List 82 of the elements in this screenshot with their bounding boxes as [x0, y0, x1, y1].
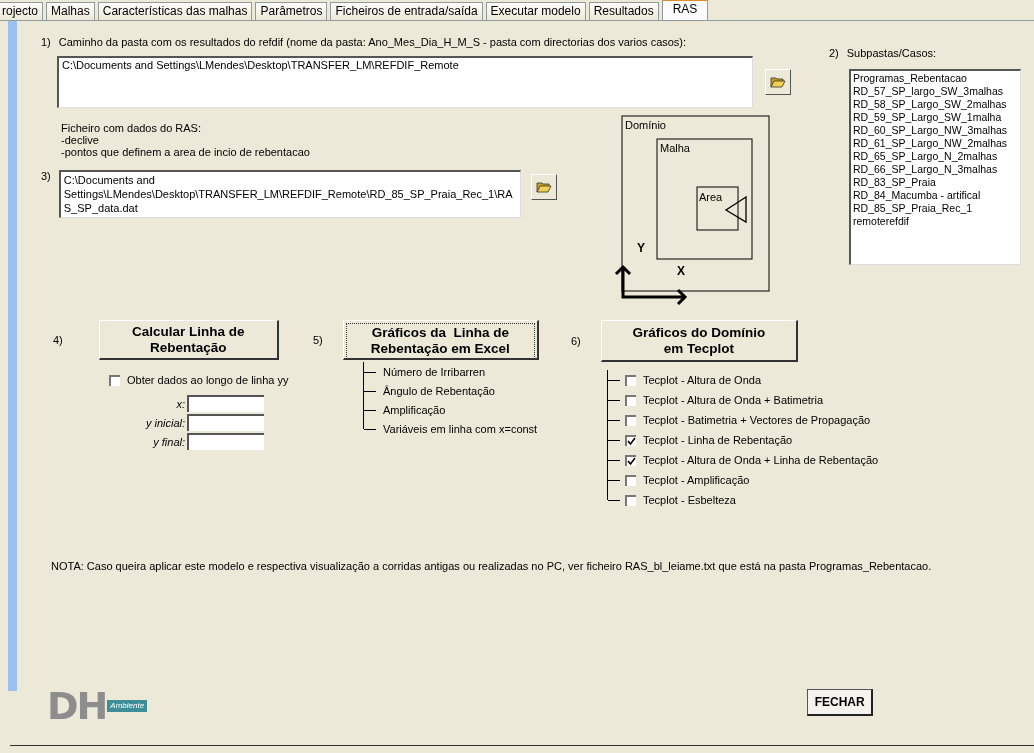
tab[interactable]: Características das malhas [97, 2, 253, 20]
step-number: 4) [53, 334, 63, 346]
tree-connector [607, 410, 621, 430]
tree-item[interactable]: Amplificação [383, 403, 446, 416]
area-label: Area [699, 191, 723, 203]
tree-connector [607, 390, 621, 410]
browse-file-button[interactable] [530, 174, 557, 200]
list-item[interactable]: RD_60_SP_Largo_NW_3malhas [853, 124, 1018, 137]
checkbox-label: Obter dados ao longo de linha yy [127, 374, 289, 386]
step-number: 5) [313, 334, 323, 346]
info-text-line: -pontos que definem a area de incio de rebentacao [61, 146, 311, 158]
checkbox-label: Tecplot - Esbelteza [643, 494, 736, 506]
list-item[interactable]: remoterefdif [853, 215, 1018, 228]
folder-icon [770, 75, 786, 89]
list-item[interactable]: RD_61_SP_Largo_NW_2malhas [853, 137, 1018, 150]
checkbox[interactable] [625, 474, 636, 486]
step-number: 2) [829, 47, 839, 59]
note-text: NOTA: Caso queira aplicar este modelo e respectiva visualização a corridas antigas ou realizadas no PC, ver ficheiro RAS_bl_leiame.txt que está na pasta Programas_Rebentacao. [51, 560, 933, 572]
list-item[interactable]: RD_59_SP_Largo_SW_1malha [853, 111, 1018, 124]
mesh-label: Malha [660, 142, 690, 154]
field-label: y final: [151, 435, 186, 448]
checkbox-label: Tecplot - Altura de Onda + Linha de Rebentação [643, 454, 879, 466]
input-field[interactable] [187, 433, 264, 450]
calculate-button[interactable]: Calcular Linha de Rebentação [98, 320, 279, 360]
x-axis-label: X [677, 264, 685, 278]
tab[interactable]: Executar modelo [485, 2, 586, 20]
field-label: y inicial: [144, 416, 186, 429]
close-button[interactable]: FECHAR [807, 689, 874, 716]
folder-path-field[interactable]: C:\Documents and Settings\LMendes\Desktop\TRANSFER_LM\REFDIF_Remote [57, 56, 753, 108]
tab[interactable]: Resultados [588, 2, 659, 20]
info-text-line: Ficheiro com dados do RAS: [61, 122, 202, 134]
list-item[interactable]: RD_83_SP_Praia [853, 176, 1018, 189]
tab[interactable]: Parâmetros [255, 2, 328, 20]
field-label: x: [175, 397, 186, 410]
list-item[interactable]: RD_85_SP_Praia_Rec_1 [853, 202, 1018, 215]
wave-maker-triangle [724, 195, 747, 224]
checkbox[interactable] [625, 394, 636, 406]
checkbox[interactable] [109, 374, 120, 386]
data-file-field[interactable]: C:\Documents and Settings\LMendes\Desktop\TRANSFER_LM\REFDIF_Remote\RD_85_SP_Praia_Rec_1\RAS_SP_data.dat [58, 170, 521, 218]
checkbox[interactable] [625, 434, 636, 446]
y-axis-label: Y [637, 241, 645, 255]
subfolders-label: Subpastas/Casos: [846, 47, 937, 59]
checkbox-label: Tecplot - Altura de Onda [643, 374, 761, 386]
step-number: 1) [41, 36, 51, 48]
tree-connector [607, 430, 621, 450]
folder-icon [535, 180, 552, 194]
tree-connector [363, 381, 377, 400]
tab[interactable]: Ficheiros de entrada/saída [330, 2, 483, 20]
tree-item[interactable]: Ângulo de Rebentação [383, 384, 495, 397]
folder-path-label: Caminho da pasta com os resultados do refdif (nome da pasta: Ano_Mes_Dia_H_M_S - pasta com directorias dos varios casos): [58, 36, 687, 48]
checkbox[interactable] [625, 454, 636, 466]
step-number: 6) [571, 335, 581, 347]
input-field[interactable] [187, 414, 264, 431]
list-item[interactable]: RD_66_SP_Largo_N_3malhas [853, 163, 1018, 176]
info-text-line: -declive [61, 134, 100, 146]
list-item[interactable]: RD_84_Macumba - artifical [853, 189, 1018, 202]
checkbox[interactable] [625, 374, 636, 386]
list-item[interactable]: Programas_Rebentacao [853, 72, 1018, 85]
area-rectangle [696, 186, 739, 231]
subfolders-list[interactable] [849, 69, 1021, 265]
input-field[interactable] [187, 395, 264, 412]
tree-item[interactable]: Número de Irribarren [383, 365, 486, 378]
checkbox-label: Tecplot - Linha de Rebentação [643, 434, 793, 446]
checkbox[interactable] [625, 494, 636, 506]
checkbox-label: Tecplot - Amplificação [643, 474, 750, 486]
tree-connector [363, 362, 377, 381]
tree-connector [607, 370, 621, 390]
tab[interactable]: RAS [661, 0, 709, 20]
list-item[interactable]: RD_65_SP_Largo_N_2malhas [853, 150, 1018, 163]
tree-connector [607, 450, 621, 470]
checkbox[interactable] [625, 414, 636, 426]
checkbox-label: Tecplot - Altura de Onda + Batimetria [643, 394, 824, 406]
tecplot-charts-button[interactable]: Gráficos do Domínio em Tecplot [600, 320, 798, 362]
checkbox-label: Tecplot - Batimetria + Vectores de Propagação [643, 414, 871, 426]
tab[interactable]: rojecto [0, 2, 44, 20]
list-item[interactable]: RD_57_SP_largo_SW_3malhas [853, 85, 1018, 98]
tab[interactable]: Malhas [46, 2, 95, 20]
domain-label: Domínio [625, 119, 666, 131]
list-item[interactable]: RD_58_SP_Largo_SW_2malhas [853, 98, 1018, 111]
tree-item[interactable]: Variáveis em linha com x=const [383, 422, 538, 435]
step-number: 3) [41, 170, 51, 182]
browse-folder-button[interactable] [765, 69, 791, 95]
